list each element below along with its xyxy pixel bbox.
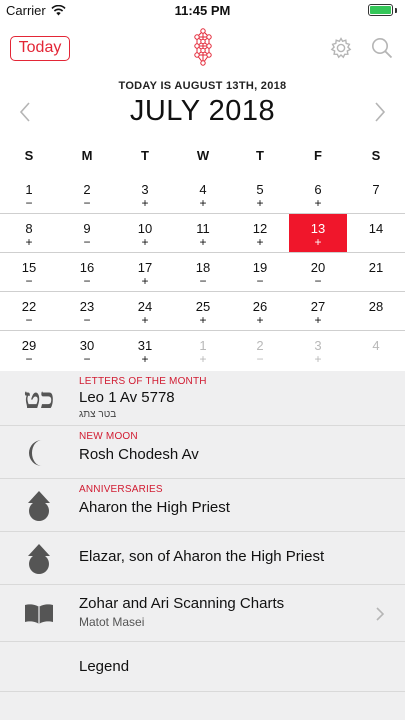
battery-tip — [395, 8, 397, 13]
calendar-day[interactable]: 11 + — [174, 214, 232, 252]
nav-bar: Today — [0, 28, 405, 70]
list-item-anniversary[interactable]: Elazar, son of Aharon the High Priest — [0, 532, 405, 585]
calendar-day[interactable]: 10 + — [116, 214, 174, 252]
arrow-up-circle-icon — [19, 532, 59, 585]
calendar-day-next-month[interactable]: 1 + — [174, 331, 232, 369]
weekday-label: S — [371, 148, 381, 163]
calendar-day[interactable]: 23− — [58, 292, 116, 330]
calendar-day[interactable]: 5 + — [231, 175, 289, 213]
weekday-label: M — [81, 148, 93, 163]
list-item-legend[interactable]: Legend — [0, 642, 405, 692]
category-label: ANNIVERSARIES — [79, 484, 163, 495]
calendar-day[interactable]: 26 + — [231, 292, 289, 330]
gear-icon[interactable] — [329, 36, 353, 60]
arrow-up-circle-icon — [19, 479, 59, 532]
item-title: Legend — [79, 658, 130, 675]
calendar-day[interactable]: 12 + — [231, 214, 289, 252]
status-bar: Carrier 11:45 PM — [0, 0, 405, 22]
list-item-zohar-charts[interactable]: Zohar and Ari Scanning Charts Matot Mase… — [0, 585, 405, 642]
calendar-day[interactable]: 3 + — [116, 175, 174, 213]
item-title: Zohar and Ari Scanning Charts — [79, 595, 285, 612]
calendar-day[interactable]: 22− — [0, 292, 58, 330]
calendar-day[interactable]: 21 — [347, 253, 405, 291]
open-book-icon — [19, 585, 59, 642]
hebrew-letters-icon: כט — [23, 381, 55, 415]
calendar-week: 29− 30− 31 + 1 + 2− 3 + 4 — [0, 331, 405, 370]
next-month-chevron-icon[interactable] — [372, 101, 388, 123]
crescent-moon-icon — [19, 426, 59, 479]
item-title: Leo 1 Av 5778 — [79, 389, 175, 406]
calendar-day[interactable]: 15− — [0, 253, 58, 291]
calendar-week: 8 + 9− 10 + 11 + 12 + 13 + 14 — [0, 214, 405, 253]
item-title: Aharon the High Priest — [79, 499, 230, 516]
list-item-anniversary[interactable]: ANNIVERSARIES Aharon the High Priest — [0, 479, 405, 532]
event-list: כט LETTERS OF THE MONTH Leo 1 Av 5778 בט… — [0, 371, 405, 720]
calendar-day[interactable]: 6 + — [289, 175, 347, 213]
status-time: 11:45 PM — [174, 3, 231, 18]
list-item-letters-of-month[interactable]: כט LETTERS OF THE MONTH Leo 1 Av 5778 בט… — [0, 371, 405, 426]
battery-icon — [368, 4, 393, 16]
calendar-day[interactable]: 14 — [347, 214, 405, 252]
item-subtitle: Matot Masei — [79, 615, 145, 629]
weekday-label: S — [24, 148, 34, 163]
weekday-label: F — [314, 148, 322, 163]
calendar-day[interactable]: 17 + — [116, 253, 174, 291]
calendar-week: 22− 23− 24 + 25 + 26 + 27 + 28 — [0, 292, 405, 331]
calendar-day[interactable]: 8 + — [0, 214, 58, 252]
weekday-label: T — [141, 148, 149, 163]
category-label: NEW MOON — [79, 431, 138, 442]
calendar-day[interactable]: 31 + — [116, 331, 174, 369]
calendar-day[interactable]: 4 + — [174, 175, 232, 213]
calendar-day[interactable]: 28 — [347, 292, 405, 330]
calendar-day[interactable]: 19− — [231, 253, 289, 291]
calendar-day[interactable]: 16− — [58, 253, 116, 291]
search-icon[interactable] — [370, 36, 394, 60]
calendar-day[interactable]: 27 + — [289, 292, 347, 330]
chevron-right-icon — [376, 607, 385, 621]
calendar-week: 15− 16− 17 + 18− 19− 20− 21 — [0, 253, 405, 292]
list-item-new-moon[interactable]: NEW MOON Rosh Chodesh Av — [0, 426, 405, 479]
calendar-day[interactable]: 29− — [0, 331, 58, 369]
tree-of-life-logo-icon[interactable] — [189, 28, 217, 66]
hebrew-subtitle: בטר צתג — [79, 409, 117, 420]
calendar-day-next-month[interactable]: 2− — [231, 331, 289, 369]
item-title: Rosh Chodesh Av — [79, 446, 199, 463]
calendar-day[interactable]: 24 + — [116, 292, 174, 330]
calendar-day[interactable]: 7 — [347, 175, 405, 213]
calendar-day-next-month[interactable]: 4 — [347, 331, 405, 369]
calendar-day-next-month[interactable]: 3 + — [289, 331, 347, 369]
today-date-label: TODAY IS AUGUST 13TH, 2018 — [118, 80, 287, 92]
today-button[interactable]: Today — [10, 36, 70, 61]
calendar-grid: 1− 2− 3 + 4 + 5 + 6 + 7 8 + 9− 10 + 11 + 12 + 13… — [0, 175, 405, 370]
weekday-label: W — [196, 148, 210, 163]
calendar-week: 1− 2− 3 + 4 + 5 + 6 + 7 — [0, 175, 405, 214]
item-title: Elazar, son of Aharon the High Priest — [79, 548, 325, 565]
weekday-header: S M T W T F S — [0, 148, 405, 166]
category-label: LETTERS OF THE MONTH — [79, 376, 207, 387]
calendar-day[interactable]: 18− — [174, 253, 232, 291]
month-title: JULY 2018 — [129, 95, 276, 127]
calendar-day[interactable]: 20− — [289, 253, 347, 291]
calendar-day[interactable]: 2− — [58, 175, 116, 213]
calendar-day[interactable]: 25 + — [174, 292, 232, 330]
weekday-label: T — [256, 148, 264, 163]
calendar-day-selected[interactable]: 13 + — [289, 214, 347, 252]
calendar-day[interactable]: 30− — [58, 331, 116, 369]
calendar-day[interactable]: 1− — [0, 175, 58, 213]
calendar-day[interactable]: 9− — [58, 214, 116, 252]
